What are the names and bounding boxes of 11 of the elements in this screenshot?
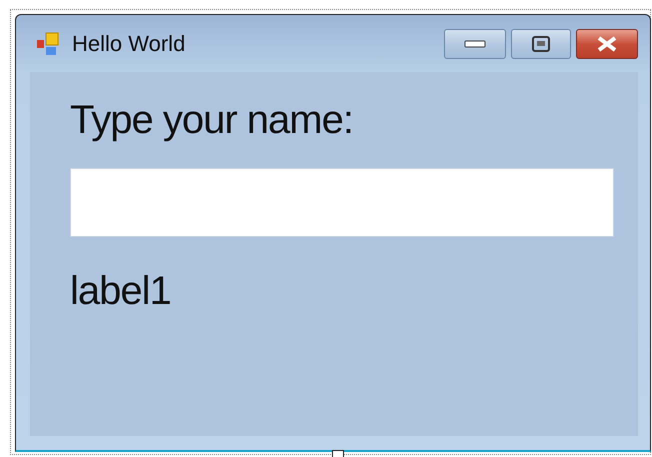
maximize-button[interactable]	[511, 28, 571, 58]
close-button[interactable]	[576, 28, 638, 58]
resize-handle[interactable]	[332, 450, 344, 457]
close-icon	[596, 36, 618, 52]
maximize-icon	[532, 36, 550, 52]
name-input-field[interactable]	[70, 168, 614, 237]
minimize-button[interactable]	[444, 28, 506, 58]
prompt-label: Type your name:	[70, 97, 354, 144]
window-title: Hello World	[72, 30, 186, 58]
minimize-icon	[464, 38, 486, 48]
output-label: label1	[70, 268, 172, 315]
